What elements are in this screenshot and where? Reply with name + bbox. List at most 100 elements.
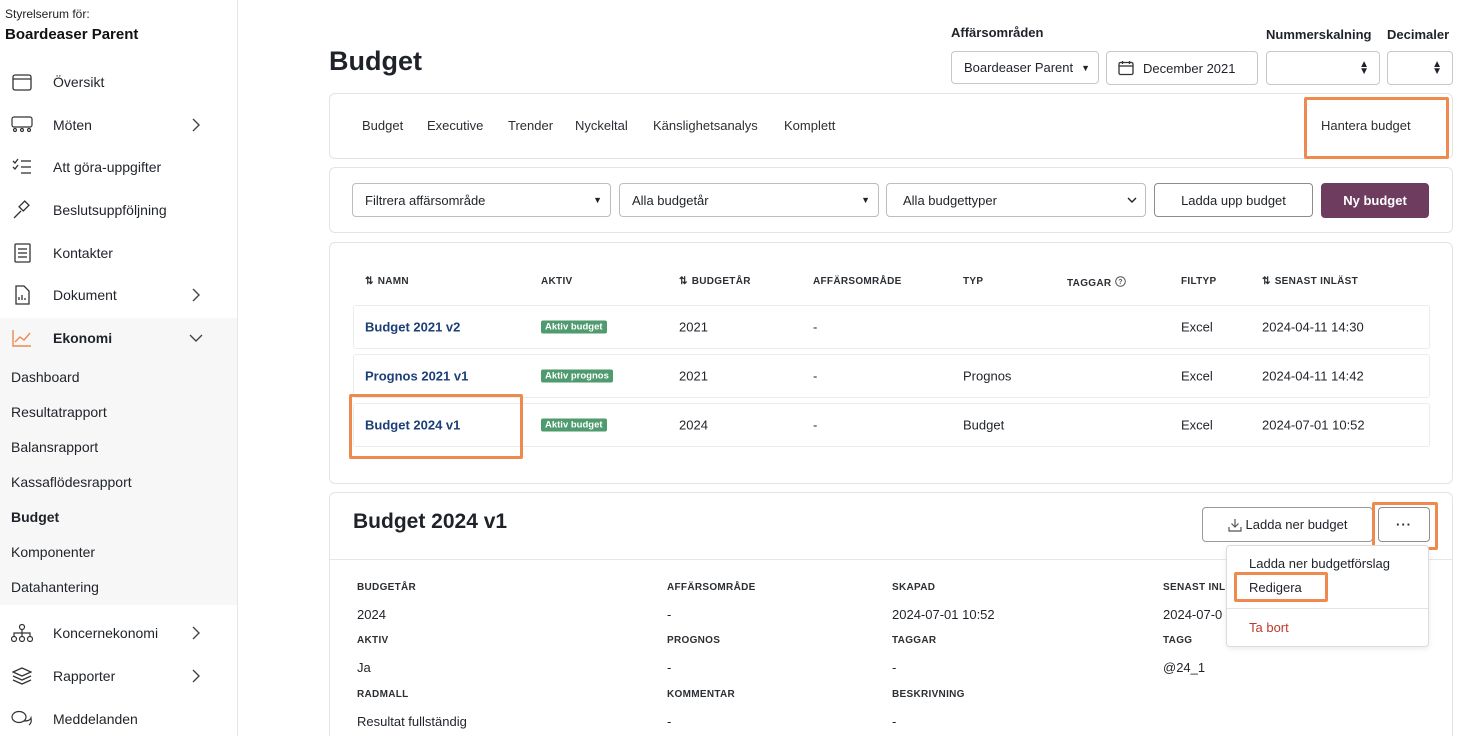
sidebar-sub-kassaflode[interactable]: Kassaflödesrapport bbox=[11, 474, 132, 490]
sidebar-item-ekonomi[interactable]: Ekonomi bbox=[0, 317, 237, 359]
sidebar-item-label: Kontakter bbox=[53, 245, 113, 261]
decimals-label: Decimaler bbox=[1387, 27, 1450, 42]
sidebar-sub-dashboard[interactable]: Dashboard bbox=[11, 369, 80, 385]
svg-text:?: ? bbox=[1119, 279, 1124, 286]
menu-item-download-proposal[interactable]: Ladda ner budgetförslag bbox=[1249, 556, 1390, 571]
decimals-select[interactable]: ▲ ▼ bbox=[1387, 51, 1453, 85]
org-label: Styrelserum för: bbox=[5, 7, 90, 21]
layers-icon bbox=[11, 665, 33, 687]
table-row[interactable]: Budget 2024 v1 Aktiv budget 2024 - Budge… bbox=[353, 403, 1430, 447]
sidebar-item-meddelanden[interactable]: Meddelanden bbox=[0, 698, 237, 736]
cell-type: Budget bbox=[963, 417, 1005, 433]
page-title: Budget bbox=[329, 46, 422, 76]
col-header-tags: TAGGAR ? bbox=[1067, 276, 1127, 290]
business-area-select[interactable]: Boardeaser Parent ▼ bbox=[951, 51, 1099, 84]
cell-filetype: Excel bbox=[1181, 368, 1213, 384]
help-icon[interactable]: ? bbox=[1115, 276, 1127, 290]
tab-komplett[interactable]: Komplett bbox=[784, 118, 835, 133]
sidebar-item-label: Dokument bbox=[53, 287, 117, 303]
budget-name-link[interactable]: Prognos 2021 v1 bbox=[365, 369, 468, 384]
sidebar-item-label: Ekonomi bbox=[53, 330, 113, 346]
date-picker[interactable]: December 2021 bbox=[1106, 51, 1258, 85]
tab-nyckeltal[interactable]: Nyckeltal bbox=[575, 118, 628, 133]
sidebar-item-moten[interactable]: Möten bbox=[0, 104, 237, 146]
field-label: SKAPAD bbox=[892, 582, 936, 593]
date-value: December 2021 bbox=[1143, 60, 1236, 76]
sidebar-item-label: Att göra-uppgifter bbox=[53, 159, 162, 175]
updown-icon: ▲ ▼ bbox=[1359, 59, 1369, 77]
sidebar-item-kontakter[interactable]: Kontakter bbox=[0, 232, 237, 274]
budget-name-link[interactable]: Budget 2024 v1 bbox=[365, 418, 460, 433]
cell-filetype: Excel bbox=[1181, 417, 1213, 433]
sidebar-sub-komponenter[interactable]: Komponenter bbox=[11, 544, 95, 560]
col-header-area: AFFÄRSOMRÅDE bbox=[813, 276, 902, 287]
business-area-value: Boardeaser Parent bbox=[964, 60, 1074, 75]
sidebar-item-koncern[interactable]: Koncernekonomi bbox=[0, 612, 237, 654]
download-budget-button[interactable]: Ladda ner budget bbox=[1202, 507, 1373, 542]
table-row[interactable]: Prognos 2021 v1 Aktiv prognos 2021 - Pro… bbox=[353, 354, 1430, 398]
chevron-right-icon bbox=[188, 117, 204, 133]
detail-title: Budget 2024 v1 bbox=[353, 510, 508, 533]
sidebar-sub-budget[interactable]: Budget bbox=[11, 509, 59, 525]
gavel-icon bbox=[11, 199, 33, 221]
budget-type-filter[interactable]: Alla budgettyper bbox=[886, 183, 1146, 217]
sidebar-item-label: Översikt bbox=[53, 74, 105, 90]
sidebar-item-label: Möten bbox=[53, 117, 92, 133]
sidebar-sub-resultatrapport[interactable]: Resultatrapport bbox=[11, 404, 107, 420]
chat-bubbles-icon bbox=[11, 708, 33, 730]
col-header-loaded[interactable]: ⇅ SENAST INLÄST bbox=[1262, 276, 1358, 287]
caret-down-icon: ▼ bbox=[861, 195, 870, 205]
cell-area: - bbox=[813, 319, 818, 335]
download-budget-label: Ladda ner budget bbox=[1245, 517, 1348, 532]
business-area-filter[interactable]: Filtrera affärsområde ▼ bbox=[352, 183, 611, 217]
sidebar-item-oversikt[interactable]: Översikt bbox=[0, 61, 237, 103]
field-value: 2024-07-01 10:52 bbox=[892, 607, 995, 622]
col-header-label: TAGGAR bbox=[1067, 277, 1112, 289]
org-chart-icon bbox=[11, 622, 33, 644]
budget-year-filter[interactable]: Alla budgetår ▼ bbox=[619, 183, 879, 217]
menu-item-edit[interactable]: Redigera bbox=[1249, 580, 1302, 595]
scaling-select[interactable]: ▲ ▼ bbox=[1266, 51, 1380, 85]
tab-trender[interactable]: Trender bbox=[508, 118, 553, 133]
sidebar-item-todo[interactable]: Att göra-uppgifter bbox=[0, 146, 237, 188]
chart-line-icon bbox=[11, 327, 33, 349]
col-header-name[interactable]: ⇅ NAMN bbox=[365, 276, 409, 287]
sidebar-item-label: Rapporter bbox=[53, 668, 116, 684]
status-badge: Aktiv budget bbox=[541, 320, 607, 334]
sidebar-item-dokument[interactable]: Dokument bbox=[0, 274, 237, 316]
cell-year: 2024 bbox=[679, 417, 708, 433]
more-options-button[interactable]: ··· bbox=[1378, 507, 1430, 542]
org-name[interactable]: Boardeaser Parent bbox=[5, 26, 138, 43]
col-header-type: TYP bbox=[963, 276, 983, 287]
field-label: AKTIV bbox=[357, 635, 389, 646]
upload-budget-button[interactable]: Ladda upp budget bbox=[1154, 183, 1313, 217]
col-header-year[interactable]: ⇅ BUDGETÅR bbox=[679, 276, 751, 287]
cell-year: 2021 bbox=[679, 368, 708, 384]
filter-label: Alla budgetår bbox=[632, 192, 709, 208]
sidebar-item-beslut[interactable]: Beslutsuppföljning bbox=[0, 189, 237, 231]
sidebar-item-rapporter[interactable]: Rapporter bbox=[0, 655, 237, 697]
tab-budget[interactable]: Budget bbox=[362, 118, 403, 133]
manage-budget-link[interactable]: Hantera budget bbox=[1321, 118, 1411, 133]
caret-down-icon: ▼ bbox=[593, 195, 602, 205]
field-value: - bbox=[667, 607, 672, 622]
menu-item-delete[interactable]: Ta bort bbox=[1249, 620, 1289, 635]
caret-down-icon: ▼ bbox=[1081, 62, 1090, 73]
field-value: - bbox=[892, 660, 897, 675]
sort-icon: ⇅ bbox=[679, 276, 688, 287]
tab-kanslighetsanalys[interactable]: Känslighetsanalys bbox=[653, 118, 758, 133]
col-header-label: TYP bbox=[963, 276, 984, 287]
chevron-right-icon bbox=[188, 287, 204, 303]
sidebar-sub-balansrapport[interactable]: Balansrapport bbox=[11, 439, 98, 455]
sidebar-sub-datahantering[interactable]: Datahantering bbox=[11, 579, 99, 595]
tab-executive[interactable]: Executive bbox=[427, 118, 483, 133]
field-value: - bbox=[667, 660, 672, 675]
col-header-label: BUDGETÅR bbox=[691, 276, 751, 287]
field-label: KOMMENTAR bbox=[667, 689, 736, 700]
calendar-icon bbox=[11, 71, 33, 93]
table-row[interactable]: Budget 2021 v2 Aktiv budget 2021 - Excel… bbox=[353, 305, 1430, 349]
more-options-menu: Ladda ner budgetförslag Redigera Ta bort bbox=[1226, 545, 1429, 647]
col-header-label: FILTYP bbox=[1181, 276, 1217, 287]
budget-name-link[interactable]: Budget 2021 v2 bbox=[365, 320, 460, 335]
new-budget-button[interactable]: Ny budget bbox=[1321, 183, 1429, 218]
